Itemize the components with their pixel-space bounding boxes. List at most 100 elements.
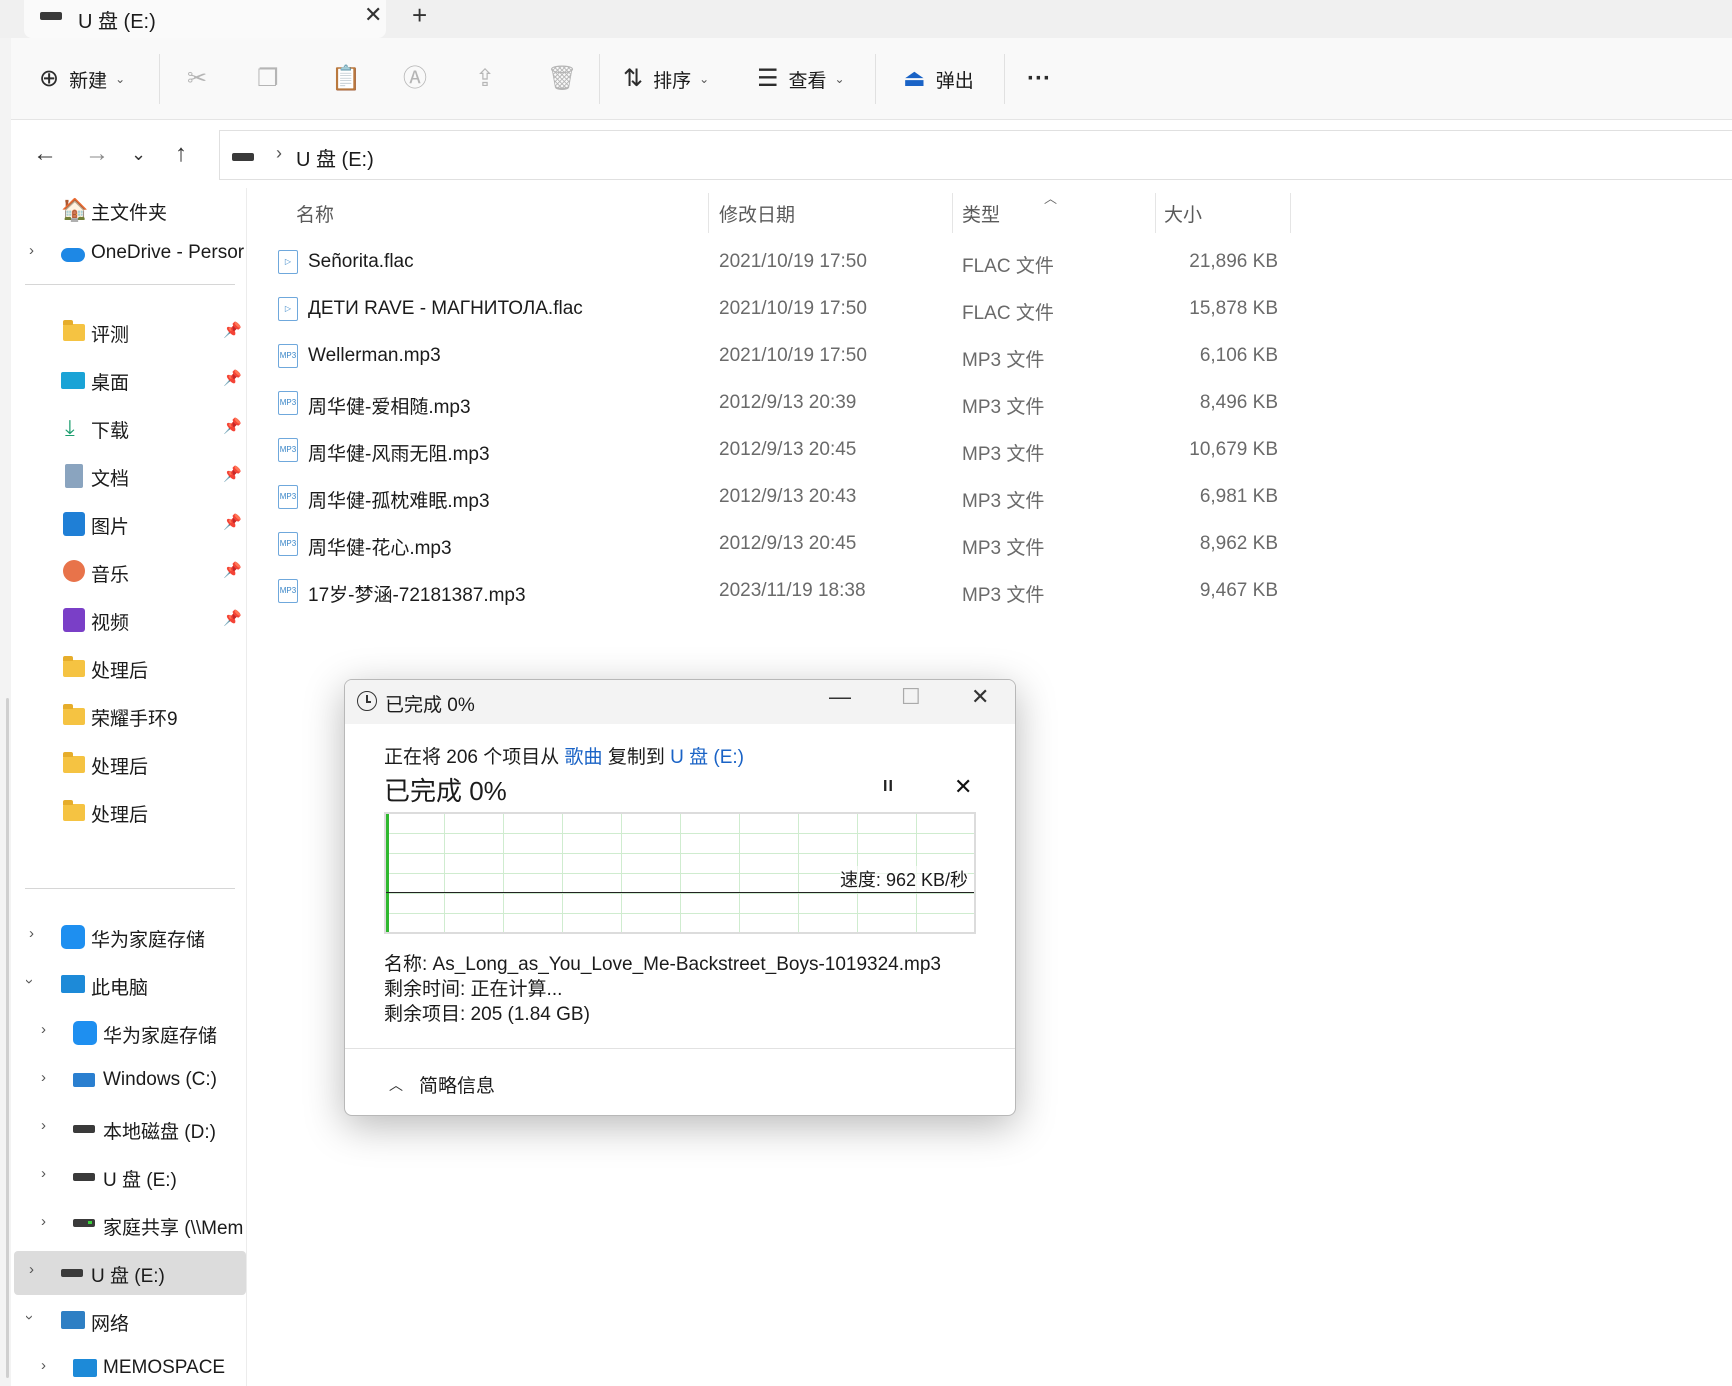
sidebar-item-home[interactable]: 🏠 主文件夹 (11, 188, 247, 232)
file-row[interactable]: MP3 17岁-梦涵-72181387.mp3 2023/11/19 18:38… (270, 569, 1290, 616)
forward-button[interactable]: → (85, 140, 109, 168)
more-options-button[interactable]: ··· (1027, 63, 1051, 95)
file-row[interactable]: ▷ ДЕТИ RAVE - МАГНИТОЛА.flac 2021/10/19 … (270, 287, 1290, 334)
pin-icon[interactable]: 📌 (223, 321, 242, 339)
paste-button[interactable]: 📋 (331, 63, 361, 95)
view-button[interactable]: ☰ 查看 ⌄ (757, 63, 845, 95)
copy-button[interactable]: ❐ (257, 63, 279, 95)
sidebar-item-huawei-storage-pc[interactable]: › 华为家庭存储 (11, 1011, 247, 1055)
file-row[interactable]: MP3 周华健-爱相随.mp3 2012/9/13 20:39 MP3 文件 8… (270, 381, 1290, 428)
sidebar-item-drive-e[interactable]: › U 盘 (E:) (11, 1155, 247, 1199)
column-header-type[interactable]: 类型 (962, 200, 1000, 227)
chevron-right-icon[interactable]: › (41, 1021, 46, 1038)
sidebar-item-folder[interactable]: 荣耀手环9 (11, 694, 247, 738)
tab-close-icon[interactable]: ✕ (364, 2, 382, 28)
mp3-file-icon: MP3 (278, 344, 298, 368)
file-row[interactable]: MP3 Wellerman.mp3 2021/10/19 17:50 MP3 文… (270, 334, 1290, 381)
chevron-right-icon[interactable]: › (41, 1117, 46, 1134)
sidebar-item-network-share[interactable]: › 家庭共享 (\\Mem (11, 1203, 247, 1247)
sort-ascending-icon: ︿ (1044, 191, 1058, 206)
chevron-right-icon[interactable]: › (29, 242, 34, 259)
chevron-right-icon[interactable]: › (41, 1213, 46, 1230)
minimize-button[interactable]: — (829, 684, 851, 710)
file-name: 周华健-孤枕难眠.mp3 (308, 491, 490, 512)
sidebar-item-folder[interactable]: 处理后 (11, 646, 247, 690)
chevron-right-icon[interactable]: › (41, 1069, 46, 1086)
file-row[interactable]: MP3 周华健-花心.mp3 2012/9/13 20:45 MP3 文件 8,… (270, 522, 1290, 569)
new-button[interactable]: ⊕ 新建 ⌄ (39, 63, 125, 95)
column-divider[interactable] (708, 193, 709, 233)
sidebar-item-huawei-storage[interactable]: › 华为家庭存储 (11, 915, 247, 959)
sidebar-item-downloads[interactable]: ⤓ 下载 📌 (11, 406, 247, 450)
sidebar-item-desktop[interactable]: 桌面 📌 (11, 358, 247, 402)
column-header-name[interactable]: 名称 (296, 200, 334, 227)
column-divider[interactable] (1290, 193, 1291, 233)
cancel-copy-button[interactable]: ✕ (954, 774, 972, 800)
sidebar-item-this-pc[interactable]: › 此电脑 (11, 963, 247, 1007)
file-date: 2012/9/13 20:43 (719, 486, 857, 507)
sidebar-item-label: 处理后 (91, 757, 149, 778)
pin-icon[interactable]: 📌 (223, 369, 242, 387)
sidebar-item-usb-drive[interactable]: › U 盘 (E:) (14, 1251, 246, 1295)
breadcrumb-usb-drive[interactable]: U 盘 (E:) (296, 143, 374, 172)
sidebar-scrollbar-thumb[interactable] (6, 698, 9, 1378)
view-label: 查看 (788, 70, 827, 92)
sidebar-item-drive-d[interactable]: › 本地磁盘 (D:) (11, 1107, 247, 1151)
sidebar-item-onedrive[interactable]: › OneDrive - Persor (11, 232, 247, 276)
column-divider[interactable] (952, 193, 953, 233)
sidebar-item-network[interactable]: › 网络 (11, 1299, 247, 1343)
sidebar-item-pinned[interactable]: 评测 📌 (11, 310, 247, 354)
pin-icon[interactable]: 📌 (223, 609, 242, 627)
file-row[interactable]: MP3 周华健-风雨无阻.mp3 2012/9/13 20:45 MP3 文件 … (270, 428, 1290, 475)
new-tab-button[interactable]: + (412, 0, 427, 31)
sidebar-item-videos[interactable]: 视频 📌 (11, 598, 247, 642)
sidebar-item-folder[interactable]: 处理后 (11, 790, 247, 834)
sort-button[interactable]: ⇅ 排序 ⌄ (623, 63, 709, 95)
chevron-right-icon[interactable]: › (41, 1357, 46, 1374)
sidebar-item-documents[interactable]: 文档 📌 (11, 454, 247, 498)
rename-button[interactable]: Ⓐ (403, 63, 427, 95)
chevron-down-icon[interactable]: › (21, 979, 38, 984)
close-button[interactable]: ✕ (971, 684, 989, 710)
folder-icon (63, 752, 85, 773)
sidebar-item-pictures[interactable]: 图片 📌 (11, 502, 247, 546)
chevron-right-icon[interactable]: › (41, 1165, 46, 1182)
file-row[interactable]: ▷ Señorita.flac 2021/10/19 17:50 FLAC 文件… (270, 240, 1290, 287)
sidebar-item-label: 视频 (91, 613, 130, 634)
chevron-down-icon[interactable]: › (21, 1315, 38, 1320)
column-divider[interactable] (1155, 193, 1156, 233)
file-size: 21,896 KB (1189, 251, 1278, 272)
cut-button[interactable]: ✂ (187, 63, 207, 95)
download-icon: ⤓ (65, 415, 75, 440)
maximize-button[interactable]: ☐ (901, 684, 921, 710)
recent-locations-button[interactable]: ⌄ (131, 144, 146, 165)
less-details-button[interactable]: ︿ 简略信息 (389, 1071, 495, 1098)
pin-icon[interactable]: 📌 (223, 465, 242, 483)
eject-label: 弹出 (935, 70, 974, 92)
dialog-title-bar[interactable]: 已完成 0% — ☐ ✕ (345, 680, 1015, 724)
chevron-right-icon[interactable]: › (29, 1261, 34, 1278)
file-row[interactable]: MP3 周华健-孤枕难眠.mp3 2012/9/13 20:43 MP3 文件 … (270, 475, 1290, 522)
less-details-label: 简略信息 (419, 1076, 496, 1097)
sidebar-item-folder[interactable]: 处理后 (11, 742, 247, 786)
back-button[interactable]: ← (33, 140, 57, 168)
column-header-size[interactable]: 大小 (1164, 200, 1202, 227)
pin-icon[interactable]: 📌 (223, 513, 242, 531)
eject-button[interactable]: ⏏ 弹出 (903, 63, 974, 95)
pin-icon[interactable]: 📌 (223, 561, 242, 579)
sidebar-item-drive-c[interactable]: › Windows (C:) (11, 1059, 247, 1103)
pin-icon[interactable]: 📌 (223, 417, 242, 435)
sidebar-item-memospace[interactable]: › MEMOSPACE (11, 1347, 247, 1386)
sidebar-item-label: 本地磁盘 (D:) (103, 1122, 216, 1143)
chevron-right-icon[interactable]: › (29, 925, 34, 942)
tab-usb-drive[interactable]: U 盘 (E:) ✕ (24, 0, 386, 38)
up-button[interactable]: ↑ (175, 140, 187, 168)
address-bar[interactable]: › U 盘 (E:) (219, 130, 1732, 180)
source-folder-link[interactable]: 歌曲 (565, 747, 603, 768)
sidebar-item-music[interactable]: 音乐 📌 (11, 550, 247, 594)
pause-button[interactable]: II (883, 778, 894, 796)
column-header-date[interactable]: 修改日期 (719, 200, 795, 227)
share-button[interactable]: ⇪ (475, 63, 495, 95)
delete-button[interactable]: 🗑 (547, 63, 577, 95)
destination-link[interactable]: U 盘 (E:) (670, 747, 744, 768)
